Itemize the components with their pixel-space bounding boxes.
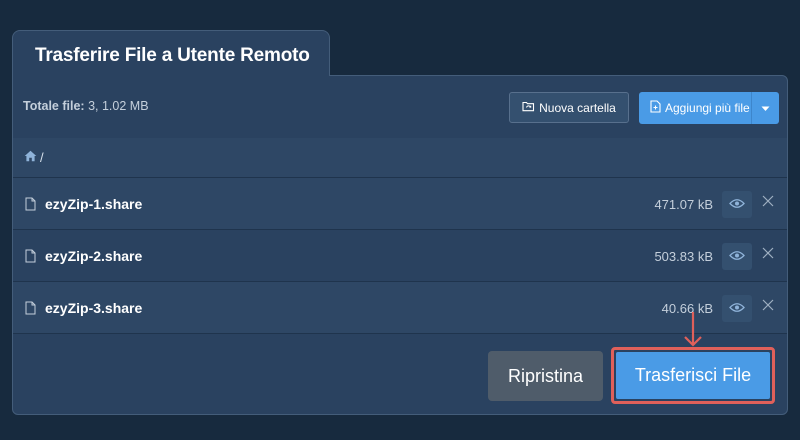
file-size: 503.83 kB bbox=[654, 249, 713, 264]
add-files-dropdown-toggle[interactable] bbox=[752, 92, 779, 124]
file-row: ezyZip-1.share 471.07 kB bbox=[13, 178, 787, 230]
dialog-tab: Trasferire File a Utente Remoto bbox=[12, 30, 330, 76]
new-folder-button[interactable]: Nuova cartella bbox=[509, 92, 629, 123]
file-size: 471.07 kB bbox=[654, 197, 713, 212]
breadcrumb-path: / bbox=[40, 150, 44, 165]
reset-button[interactable]: Ripristina bbox=[488, 351, 603, 401]
breadcrumb: / bbox=[13, 138, 787, 178]
remove-file-button[interactable] bbox=[761, 246, 775, 264]
caret-down-icon bbox=[761, 101, 770, 115]
folder-sync-icon bbox=[522, 100, 535, 115]
preview-button[interactable] bbox=[722, 295, 752, 322]
preview-button[interactable] bbox=[722, 243, 752, 270]
new-folder-label: Nuova cartella bbox=[539, 100, 616, 115]
total-files: Totale file: 3, 1.02 MB bbox=[23, 99, 149, 113]
eye-icon bbox=[729, 300, 745, 318]
file-name: ezyZip-2.share bbox=[45, 248, 143, 264]
remove-file-button[interactable] bbox=[761, 194, 775, 212]
add-file-icon bbox=[650, 100, 661, 116]
transfer-files-button[interactable]: Trasferisci File bbox=[616, 352, 770, 399]
total-files-label: Totale file: bbox=[23, 99, 85, 113]
file-name: ezyZip-3.share bbox=[45, 300, 143, 316]
toolbar: Totale file: 3, 1.02 MB Nuova cartella A… bbox=[13, 76, 787, 139]
file-icon bbox=[25, 249, 36, 268]
file-row: ezyZip-2.share 503.83 kB bbox=[13, 230, 787, 282]
file-icon bbox=[25, 301, 36, 320]
add-files-button[interactable]: Aggiungi più file bbox=[639, 92, 779, 124]
eye-icon bbox=[729, 248, 745, 266]
file-name: ezyZip-1.share bbox=[45, 196, 143, 212]
eye-icon bbox=[729, 196, 745, 214]
close-icon bbox=[762, 298, 774, 316]
close-icon bbox=[762, 246, 774, 264]
total-files-value: 3, 1.02 MB bbox=[88, 99, 149, 113]
file-transfer-panel: Totale file: 3, 1.02 MB Nuova cartella A… bbox=[12, 75, 788, 415]
dialog-title: Trasferire File a Utente Remoto bbox=[35, 45, 310, 66]
add-files-label: Aggiungi più file bbox=[665, 101, 750, 115]
file-row: ezyZip-3.share 40.66 kB bbox=[13, 282, 787, 334]
file-list: ezyZip-1.share 471.07 kB ezyZip-2.share … bbox=[13, 178, 787, 334]
preview-button[interactable] bbox=[722, 191, 752, 218]
remove-file-button[interactable] bbox=[761, 298, 775, 316]
file-icon bbox=[25, 197, 36, 216]
home-icon[interactable] bbox=[24, 150, 37, 165]
add-files-main[interactable]: Aggiungi più file bbox=[639, 92, 752, 124]
close-icon bbox=[762, 194, 774, 212]
